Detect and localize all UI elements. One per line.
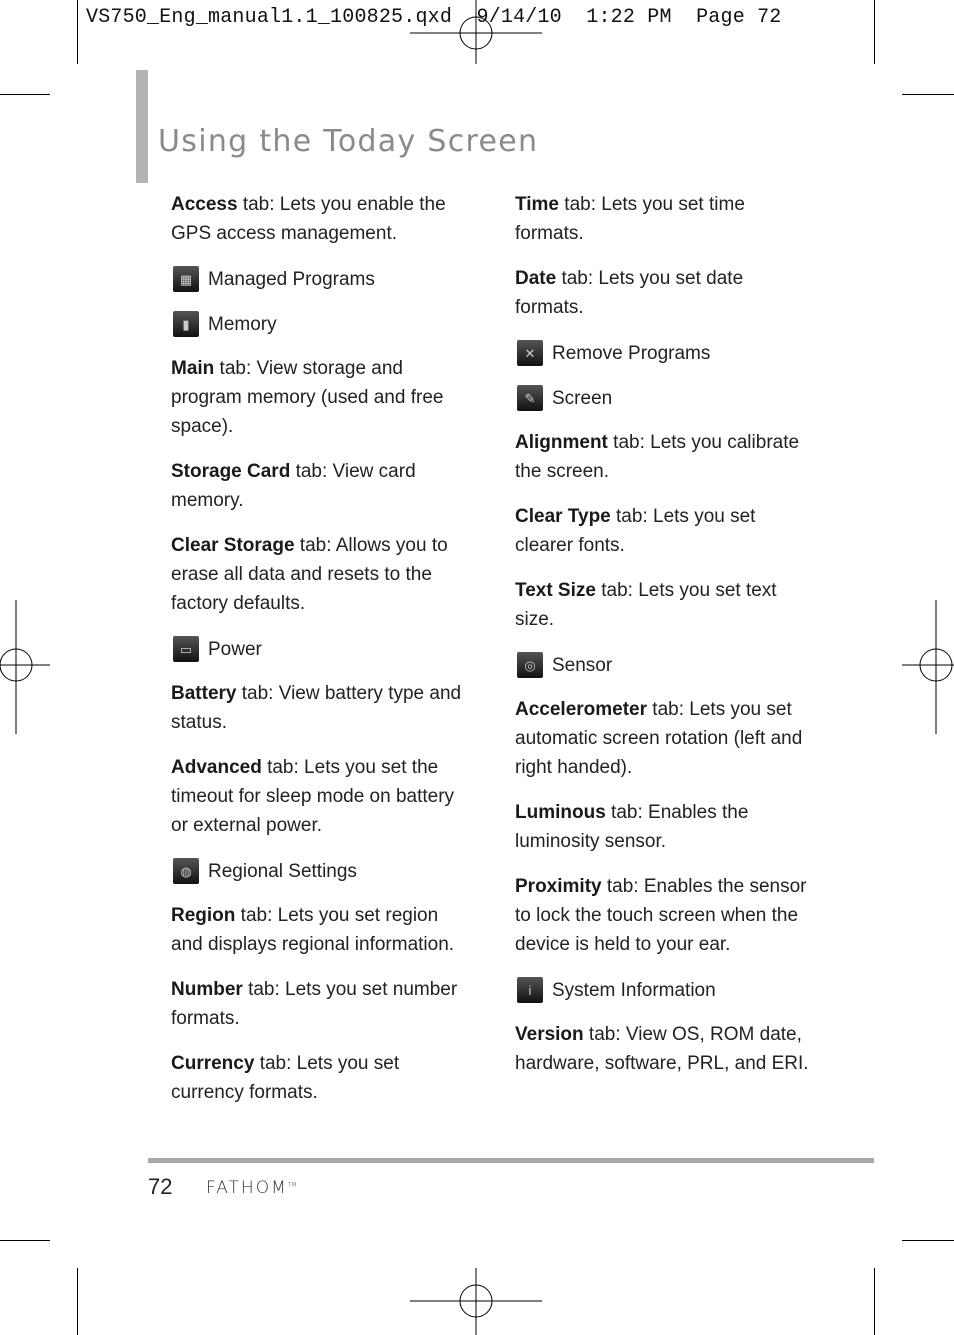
settings-item-label: Managed Programs [208, 268, 375, 290]
remove-programs-icon: ✕ [517, 340, 543, 366]
settings-item: ▦ Managed Programs [171, 264, 471, 294]
description-paragraph: Battery tab: View battery type and statu… [171, 679, 471, 737]
crop-mark [902, 1240, 954, 1241]
description-paragraph: Access tab: Lets you enable the GPS acce… [171, 190, 471, 248]
description-paragraph: Currency tab: Lets you set currency form… [171, 1049, 471, 1107]
settings-item-label: Remove Programs [552, 342, 711, 364]
tab-name: Luminous [515, 802, 606, 823]
power-icon: ▭ [173, 636, 199, 662]
tab-name: Clear Storage [171, 535, 295, 556]
settings-item: ▮ Memory [171, 309, 471, 339]
crop-mark [0, 94, 50, 95]
memory-icon: ▮ [173, 311, 199, 337]
settings-item-label: Power [208, 638, 262, 660]
description-paragraph: Main tab: View storage and program memor… [171, 354, 471, 441]
tab-name: Time [515, 194, 560, 215]
tab-name: Text Size [515, 580, 596, 601]
settings-item: ▭ Power [171, 634, 471, 664]
left-column: Access tab: Lets you enable the GPS acce… [171, 190, 471, 1123]
system-information-icon: i [517, 977, 543, 1003]
tab-name: Alignment [515, 432, 608, 453]
registration-mark-top [410, 0, 542, 64]
page-title: Using the Today Screen [158, 124, 539, 159]
screen-icon: ✎ [517, 385, 543, 411]
settings-item: ◎ Sensor [515, 650, 815, 680]
description-paragraph: Storage Card tab: View card memory. [171, 457, 471, 515]
regional-settings-icon: ◍ [173, 858, 199, 884]
tab-name: Version [515, 1024, 584, 1045]
tab-name: Advanced [171, 757, 262, 778]
description-paragraph: Time tab: Lets you set time formats. [515, 190, 815, 248]
tab-name: Accelerometer [515, 699, 648, 720]
description-paragraph: Clear Storage tab: Allows you to erase a… [171, 531, 471, 618]
settings-item-label: Memory [208, 313, 277, 335]
settings-item-label: Screen [552, 387, 613, 409]
settings-item: ✎ Screen [515, 383, 815, 413]
brand-name: FATHOM [206, 1178, 288, 1198]
tab-name: Number [171, 979, 243, 1000]
registration-mark-right [902, 600, 954, 734]
description-paragraph: Accelerometer tab: Lets you set automati… [515, 695, 815, 782]
trademark: TM [287, 1181, 297, 1189]
settings-item-label: Sensor [552, 654, 613, 676]
tab-name: Main [171, 358, 215, 379]
description-paragraph: Version tab: View OS, ROM date, hardware… [515, 1020, 815, 1078]
crop-mark [77, 0, 78, 64]
crop-mark [0, 1240, 50, 1241]
page-number: 72 [148, 1174, 173, 1199]
description-paragraph: Luminous tab: Enables the luminosity sen… [515, 798, 815, 856]
crop-mark [874, 1268, 875, 1335]
description-paragraph: Date tab: Lets you set date formats. [515, 264, 815, 322]
managed-programs-icon: ▦ [173, 266, 199, 292]
crop-mark [902, 94, 954, 95]
description-paragraph: Advanced tab: Lets you set the timeout f… [171, 753, 471, 840]
settings-item: ✕ Remove Programs [515, 338, 815, 368]
settings-item: ◍ Regional Settings [171, 856, 471, 886]
settings-item-label: Regional Settings [208, 860, 357, 882]
settings-item-label: System Information [552, 979, 716, 1001]
description-paragraph: Number tab: Lets you set number formats. [171, 975, 471, 1033]
crop-mark [77, 1268, 78, 1335]
section-accent-bar [136, 70, 148, 183]
crop-mark [874, 0, 875, 64]
description-paragraph: Proximity tab: Enables the sensor to loc… [515, 872, 815, 959]
tab-name: Battery [171, 683, 237, 704]
brand-logo: FATHOMTM [206, 1178, 297, 1198]
tab-name: Date [515, 268, 557, 289]
tab-name: Region [171, 905, 236, 926]
tab-name: Proximity [515, 876, 602, 897]
description-paragraph: Region tab: Lets you set region and disp… [171, 901, 471, 959]
description-paragraph: Alignment tab: Lets you calibrate the sc… [515, 428, 815, 486]
registration-mark-left [0, 600, 50, 734]
footer-rule [148, 1158, 874, 1163]
settings-item: i System Information [515, 975, 815, 1005]
tab-name: Storage Card [171, 461, 291, 482]
sensor-icon: ◎ [517, 652, 543, 678]
description-paragraph: Clear Type tab: Lets you set clearer fon… [515, 502, 815, 560]
right-column: Time tab: Lets you set time formats. Date… [515, 190, 815, 1094]
tab-name: Access [171, 194, 238, 215]
description-paragraph: Text Size tab: Lets you set text size. [515, 576, 815, 634]
tab-name: Currency [171, 1053, 255, 1074]
registration-mark-bottom [410, 1268, 542, 1335]
tab-name: Clear Type [515, 506, 611, 527]
